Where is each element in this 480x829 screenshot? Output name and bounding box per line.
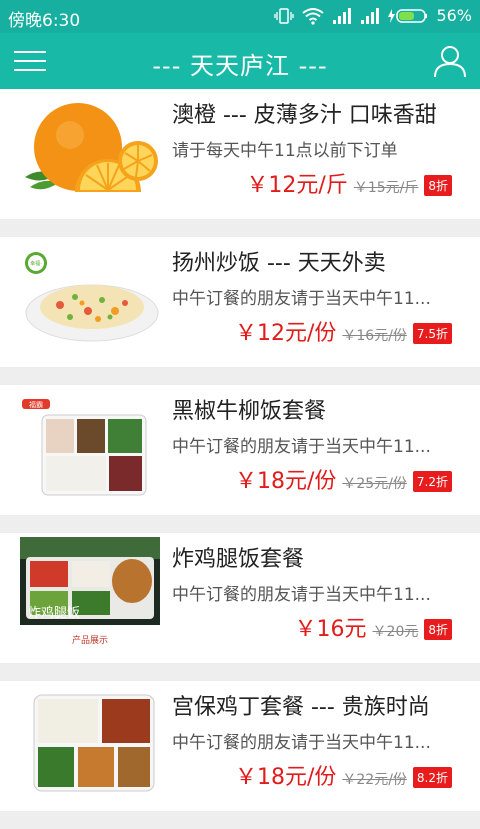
list-item[interactable]: 幸福· 扬州炒饭 --- 天天外卖 中午订餐的朋友请于当天中午11... ￥12… (0, 237, 480, 367)
product-image-beef-set: 福霸 (20, 393, 160, 501)
product-price: ￥18元/份 (234, 765, 337, 790)
product-desc: 中午订餐的朋友请于当天中午11... (172, 437, 431, 457)
price-line: ￥16元 ￥20元 8折 (295, 611, 452, 643)
product-name: 宫保鸡丁套餐 --- 贵族时尚 (172, 695, 430, 720)
product-price: ￥18元/份 (234, 469, 337, 494)
chicken-image-subcaption: 产品展示 (72, 634, 108, 646)
product-price: ￥16元 (294, 617, 367, 642)
product-price: ￥12元/斤 (246, 173, 348, 198)
product-image-kungpao-set (20, 689, 160, 797)
product-old-price: ￥16元/份 (342, 328, 407, 344)
wifi-icon (302, 7, 325, 25)
vibrate-icon (274, 7, 295, 25)
product-list: 澳橙 --- 皮薄多汁 口味香甜 请于每天中午11点以前下订单 ￥12元/斤 ￥… (0, 89, 480, 829)
status-bar: 傍晚6:30 56% (0, 0, 480, 33)
product-name: 扬州炒饭 --- 天天外卖 (172, 251, 386, 276)
product-old-price: ￥22元/份 (342, 772, 407, 788)
product-name: 澳橙 --- 皮薄多汁 口味香甜 (172, 103, 437, 128)
product-name: 炸鸡腿饭套餐 (172, 547, 305, 572)
page-title: --- 天天庐江 --- (152, 52, 328, 80)
discount-badge: 8折 (424, 619, 452, 640)
user-icon (434, 46, 466, 78)
status-icons: 56% (266, 6, 472, 25)
discount-badge: 8折 (424, 175, 452, 196)
battery-icon (388, 7, 428, 25)
product-name: 黑椒牛柳饭套餐 (172, 399, 327, 424)
product-desc: 请于每天中午11点以前下订单 (172, 141, 398, 161)
signal-icon-2 (360, 7, 380, 25)
app-header: --- 天天庐江 --- (0, 33, 480, 89)
product-price: ￥12元/份 (234, 321, 337, 346)
beef-logo-text: 福霸 (29, 400, 43, 409)
fried-rice-logo-text: 幸福· (30, 260, 42, 267)
price-line: ￥12元/斤 ￥15元/斤 8折 (246, 167, 452, 199)
product-image-orange (20, 97, 160, 205)
discount-badge: 8.2折 (412, 767, 452, 788)
status-time: 傍晚6:30 (8, 11, 81, 31)
list-item[interactable]: 澳橙 --- 皮薄多汁 口味香甜 请于每天中午11点以前下订单 ￥12元/斤 ￥… (0, 89, 480, 219)
discount-badge: 7.5折 (412, 323, 452, 344)
product-desc: 中午订餐的朋友请于当天中午11... (172, 289, 431, 309)
list-item[interactable]: 炸鸡腿饭 产品展示 炸鸡腿饭套餐 中午订餐的朋友请于当天中午11... ￥16元… (0, 533, 480, 663)
price-line: ￥12元/份 ￥16元/份 7.5折 (235, 315, 452, 347)
battery-percent: 56% (436, 6, 472, 25)
signal-icon-1 (332, 7, 352, 25)
chicken-image-caption: 炸鸡腿饭 (28, 605, 80, 621)
product-old-price: ￥15元/斤 (353, 180, 419, 196)
list-item[interactable]: 宫保鸡丁套餐 --- 贵族时尚 中午订餐的朋友请于当天中午11... ￥18元/… (0, 681, 480, 811)
price-line: ￥18元/份 ￥25元/份 7.2折 (235, 463, 452, 495)
product-old-price: ￥25元/份 (342, 476, 407, 492)
product-image-fried-rice: 幸福· (20, 245, 160, 353)
user-button[interactable] (432, 43, 468, 79)
price-line: ￥18元/份 ￥22元/份 8.2折 (235, 759, 452, 791)
product-old-price: ￥20元 (372, 624, 419, 640)
product-desc: 中午订餐的朋友请于当天中午11... (172, 585, 431, 605)
discount-badge: 7.2折 (412, 471, 452, 492)
list-item[interactable]: 福霸 黑椒牛柳饭套餐 中午订餐的朋友请于当天中午11... ￥18元/份 ￥25… (0, 385, 480, 515)
product-desc: 中午订餐的朋友请于当天中午11... (172, 733, 431, 753)
product-image-chicken-set: 炸鸡腿饭 产品展示 (20, 537, 160, 653)
